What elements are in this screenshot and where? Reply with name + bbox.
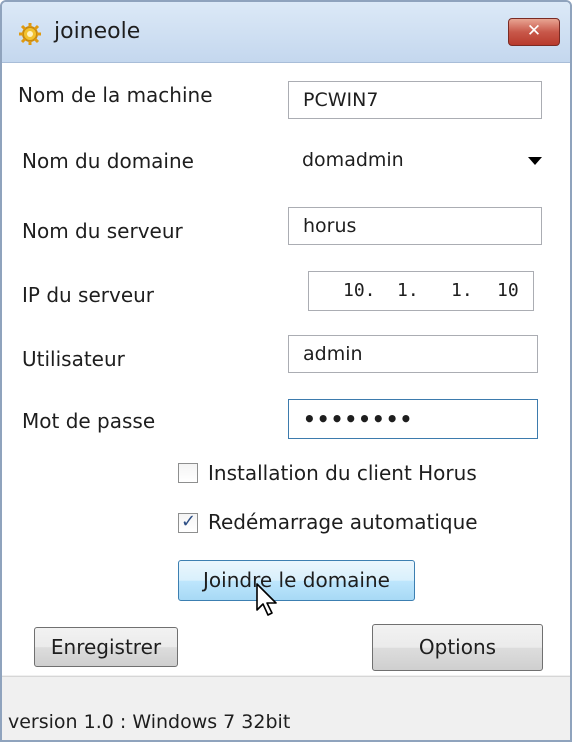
domain-select[interactable]: domadmin [288,141,550,181]
ip-octet-1[interactable]: 10. [343,272,376,310]
password-input[interactable]: •••••••• [288,399,538,439]
ip-octet-2[interactable]: 1. [397,272,419,310]
password-label: Mot de passe [22,409,156,433]
user-input[interactable]: admin [288,335,538,373]
chevron-down-icon[interactable] [528,157,542,165]
ip-octet-4[interactable]: 10 [497,272,519,310]
install-client-label: Installation du client Horus [208,461,477,485]
server-name-input[interactable]: horus [288,207,542,245]
options-button[interactable]: Options [372,624,543,671]
auto-reboot-label: Redémarrage automatique [208,510,478,534]
title-bar[interactable]: joineole ✕ [2,2,570,63]
domain-label: Nom du domaine [22,149,194,173]
server-ip-input[interactable]: 10. 1. 1. 10 [308,271,534,311]
mouse-cursor-icon [256,583,277,616]
status-bar: version 1.0 : Windows 7 32bit [2,676,570,740]
machine-name-input[interactable]: PCWIN7 [288,81,542,119]
join-domain-button[interactable]: Joindre le domaine [178,560,415,601]
form-area: Nom de la machine PCWIN7 Nom du domaine … [2,63,570,675]
user-label: Utilisateur [22,347,125,371]
server-name-label: Nom du serveur [22,219,183,243]
server-ip-label: IP du serveur [22,283,155,307]
close-button[interactable]: ✕ [508,18,560,46]
save-button[interactable]: Enregistrer [34,627,178,667]
app-window: joineole ✕ Nom de la machine PCWIN7 Nom … [0,0,572,742]
version-text: version 1.0 : Windows 7 32bit [8,711,291,733]
install-client-checkbox[interactable] [178,463,198,483]
domain-select-value: domadmin [302,149,404,171]
gear-icon [19,23,41,45]
check-icon: ✓ [181,511,197,532]
auto-reboot-checkbox[interactable]: ✓ [178,511,198,533]
ip-octet-3[interactable]: 1. [451,272,473,310]
window-title: joineole [54,19,141,44]
machine-name-label: Nom de la machine [18,83,213,107]
close-icon: ✕ [526,21,542,41]
